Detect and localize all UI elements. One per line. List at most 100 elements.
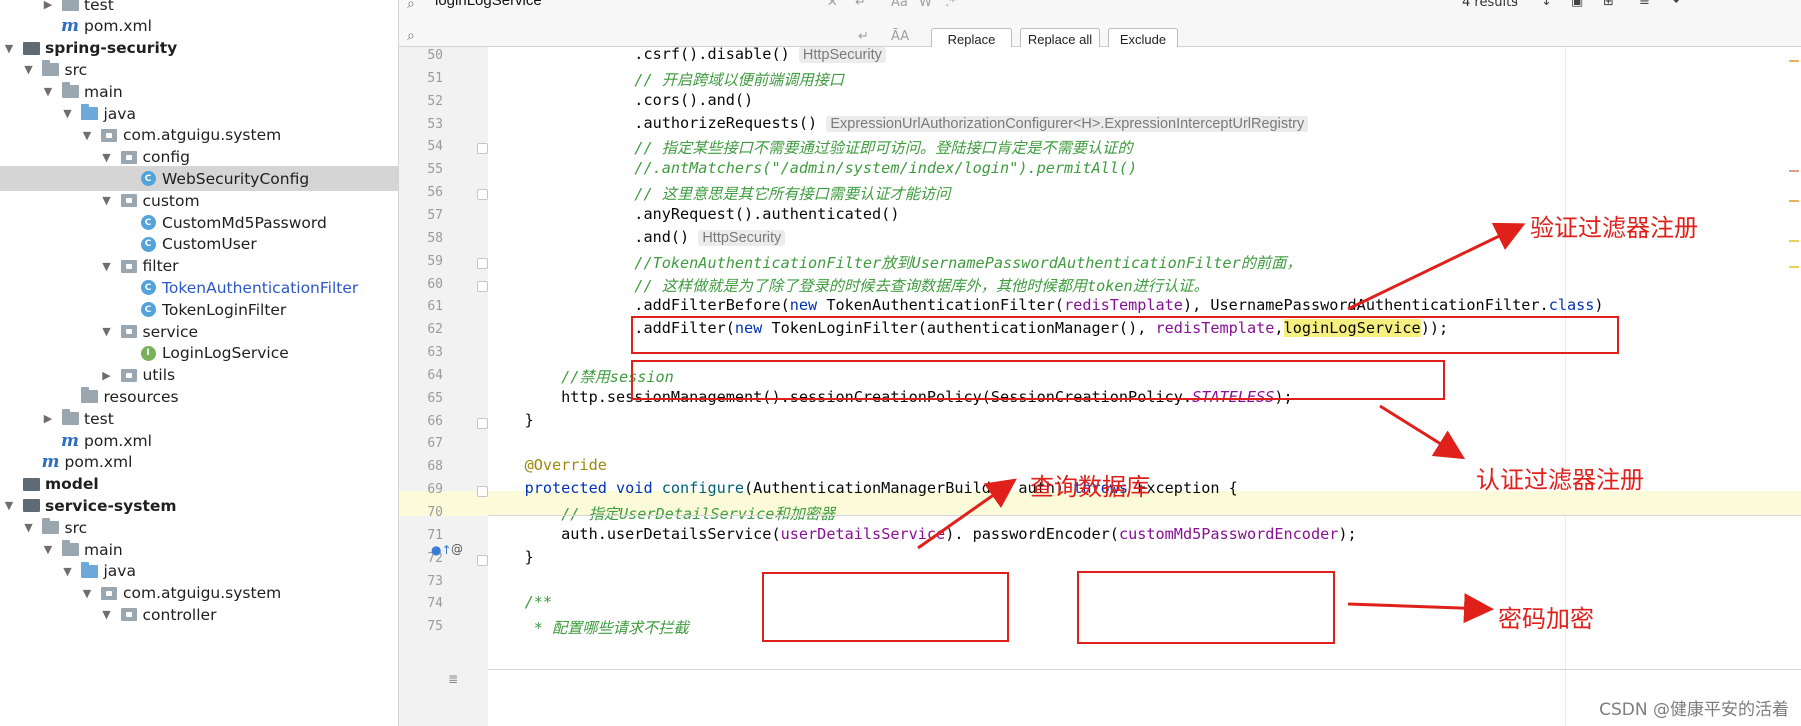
filter-options-icon[interactable]: ⊞ <box>1603 0 1614 9</box>
expand-arrow-icon[interactable]: ▼ <box>80 587 94 600</box>
code-line: } <box>488 548 534 566</box>
tree-item[interactable]: ▼ controller <box>0 602 398 627</box>
search-input[interactable]: loginLogService <box>435 0 542 9</box>
tree-item-label: pom.xml <box>84 431 152 450</box>
collapse-arrow-icon[interactable]: ▶ <box>100 369 114 382</box>
match-case-icon[interactable]: Aa <box>891 0 908 10</box>
tree-item-label: pom.xml <box>84 17 152 36</box>
package-icon <box>120 607 138 622</box>
code-token: //TokenAuthenticationFilter放到UsernamePas… <box>488 253 1302 272</box>
tree-item-label: com.atguigu.system <box>123 584 282 603</box>
package-icon <box>120 259 138 274</box>
code-token: protected void <box>488 479 662 498</box>
line-number: 59 <box>427 253 443 269</box>
source-folder-icon <box>81 104 99 121</box>
results-count: 4 results <box>1462 0 1518 10</box>
code-token: //.antMatchers("/admin/system/index/logi… <box>488 159 1138 178</box>
code-token: customMd5PasswordEncoder <box>1118 524 1339 543</box>
expand-arrow-icon[interactable]: ▼ <box>100 608 114 621</box>
fold-marker-icon[interactable] <box>477 554 488 566</box>
package-icon <box>120 193 138 208</box>
scroll-mark <box>1789 266 1799 268</box>
interface-icon: I <box>139 345 157 361</box>
select-all-occurrences-icon[interactable]: ▣ <box>1571 0 1583 9</box>
type-hint: HttpSecurity <box>698 229 786 246</box>
annotation-password-encrypt: 密码加密 <box>1498 605 1594 633</box>
expand-arrow-icon[interactable]: ▼ <box>22 63 36 76</box>
fold-marker-icon[interactable] <box>477 257 488 269</box>
code-token: // 这样做就是为了除了登录的时候去查询数据库外，其他时候都用token进行认证… <box>488 276 1209 295</box>
folder-icon <box>61 0 79 12</box>
scroll-mark <box>1789 240 1799 242</box>
line-number: 63 <box>427 345 443 361</box>
folder-icon <box>42 60 60 77</box>
search-icon[interactable]: ⌕ <box>407 0 415 12</box>
fold-marker-icon[interactable] <box>477 189 488 201</box>
override-icon[interactable]: ●↑ <box>431 543 452 557</box>
doc-comment-icon[interactable]: ≣ <box>448 672 458 686</box>
next-occurrence-icon[interactable]: ↓ <box>1541 0 1552 9</box>
expand-arrow-icon[interactable]: ▼ <box>80 129 94 142</box>
expand-arrow-icon[interactable]: ▼ <box>100 325 114 338</box>
annotation-auth-filter: 认证过滤器注册 <box>1476 466 1644 494</box>
expand-arrow-icon[interactable]: ▼ <box>22 521 36 534</box>
tree-item-label: main <box>84 82 123 101</box>
fold-marker-icon[interactable] <box>477 417 488 429</box>
expand-arrow-icon[interactable]: ▼ <box>100 260 114 273</box>
previous-occurrence-icon[interactable]: ↑ <box>1511 0 1522 9</box>
tree-item-label: config <box>142 148 190 167</box>
line-number: 66 <box>427 413 443 429</box>
fold-marker-icon[interactable] <box>477 486 488 498</box>
maven-icon: m <box>41 452 60 473</box>
code-line: // 指定UserDetailService和加密器 <box>488 502 835 524</box>
filter-icon[interactable]: ⏷ <box>1671 0 1681 9</box>
annotation-verify-filter: 验证过滤器注册 <box>1530 214 1698 242</box>
code-token: configure <box>661 479 745 498</box>
code-line: .csrf().disable() HttpSecurity <box>488 45 886 63</box>
tree-item-label: service-system <box>45 496 177 515</box>
code-line: * 配置哪些请求不拦截 <box>488 616 689 638</box>
words-icon[interactable]: W <box>919 0 932 10</box>
preserve-case-icon[interactable]: ĀA <box>891 29 909 44</box>
tree-item-label: utils <box>142 366 176 385</box>
code-token: * 配置哪些请求不拦截 <box>488 619 689 638</box>
expand-arrow-icon[interactable]: ▼ <box>2 499 16 512</box>
userdetailsservice-highlight-box <box>762 572 1009 642</box>
line-number: 60 <box>427 276 443 292</box>
find-row: ⌕ loginLogService ✕ ↵ Aa W .* 4 results … <box>399 0 1801 23</box>
line-number: 73 <box>427 573 443 589</box>
tree-item-label: resources <box>103 387 179 406</box>
code-token: // 指定UserDetailService和加密器 <box>488 505 836 523</box>
line-number: 75 <box>427 619 443 635</box>
regex-icon[interactable]: .* <box>945 0 956 10</box>
expand-arrow-icon[interactable]: ▼ <box>61 107 75 120</box>
annotation-icon[interactable]: @ <box>451 542 463 556</box>
line-number: 67 <box>427 436 443 452</box>
expand-arrow-icon[interactable]: ▼ <box>100 151 114 164</box>
class-icon: C <box>139 236 157 252</box>
tree-item-label: filter <box>142 257 179 276</box>
newline-icon[interactable]: ↵ <box>855 0 866 10</box>
code-line: auth.userDetailsService(userDetailsServi… <box>488 525 1357 543</box>
clear-search-icon[interactable]: ✕ <box>827 0 838 10</box>
fold-marker-icon[interactable] <box>477 143 488 155</box>
collapse-arrow-icon[interactable]: ▶ <box>41 412 55 425</box>
line-number: 61 <box>427 299 443 315</box>
type-hint: ExpressionUrlAuthorizationConfigurer<H>.… <box>826 115 1309 132</box>
expand-arrow-icon[interactable]: ▼ <box>41 85 55 98</box>
line-number: 52 <box>427 93 443 109</box>
line-number: 71 <box>427 527 443 543</box>
tree-item-label: TokenAuthenticationFilter <box>162 278 359 297</box>
multiline-icon[interactable]: ≡ <box>1639 0 1650 9</box>
code-line: .authorizeRequests() ExpressionUrlAuthor… <box>488 114 1309 132</box>
fold-marker-icon[interactable] <box>477 280 488 292</box>
tree-item-label: pom.xml <box>64 453 133 472</box>
expand-arrow-icon[interactable]: ▼ <box>2 42 16 55</box>
expand-arrow-icon[interactable]: ▼ <box>61 565 75 578</box>
expand-arrow-icon[interactable]: ▼ <box>41 543 55 556</box>
code-token: ). passwordEncoder( <box>945 524 1119 543</box>
expand-arrow-icon[interactable]: ▼ <box>100 194 114 207</box>
replace-newline-icon[interactable]: ↵ <box>858 29 869 44</box>
collapse-arrow-icon[interactable]: ▶ <box>41 0 55 11</box>
code-token: } <box>488 547 534 566</box>
